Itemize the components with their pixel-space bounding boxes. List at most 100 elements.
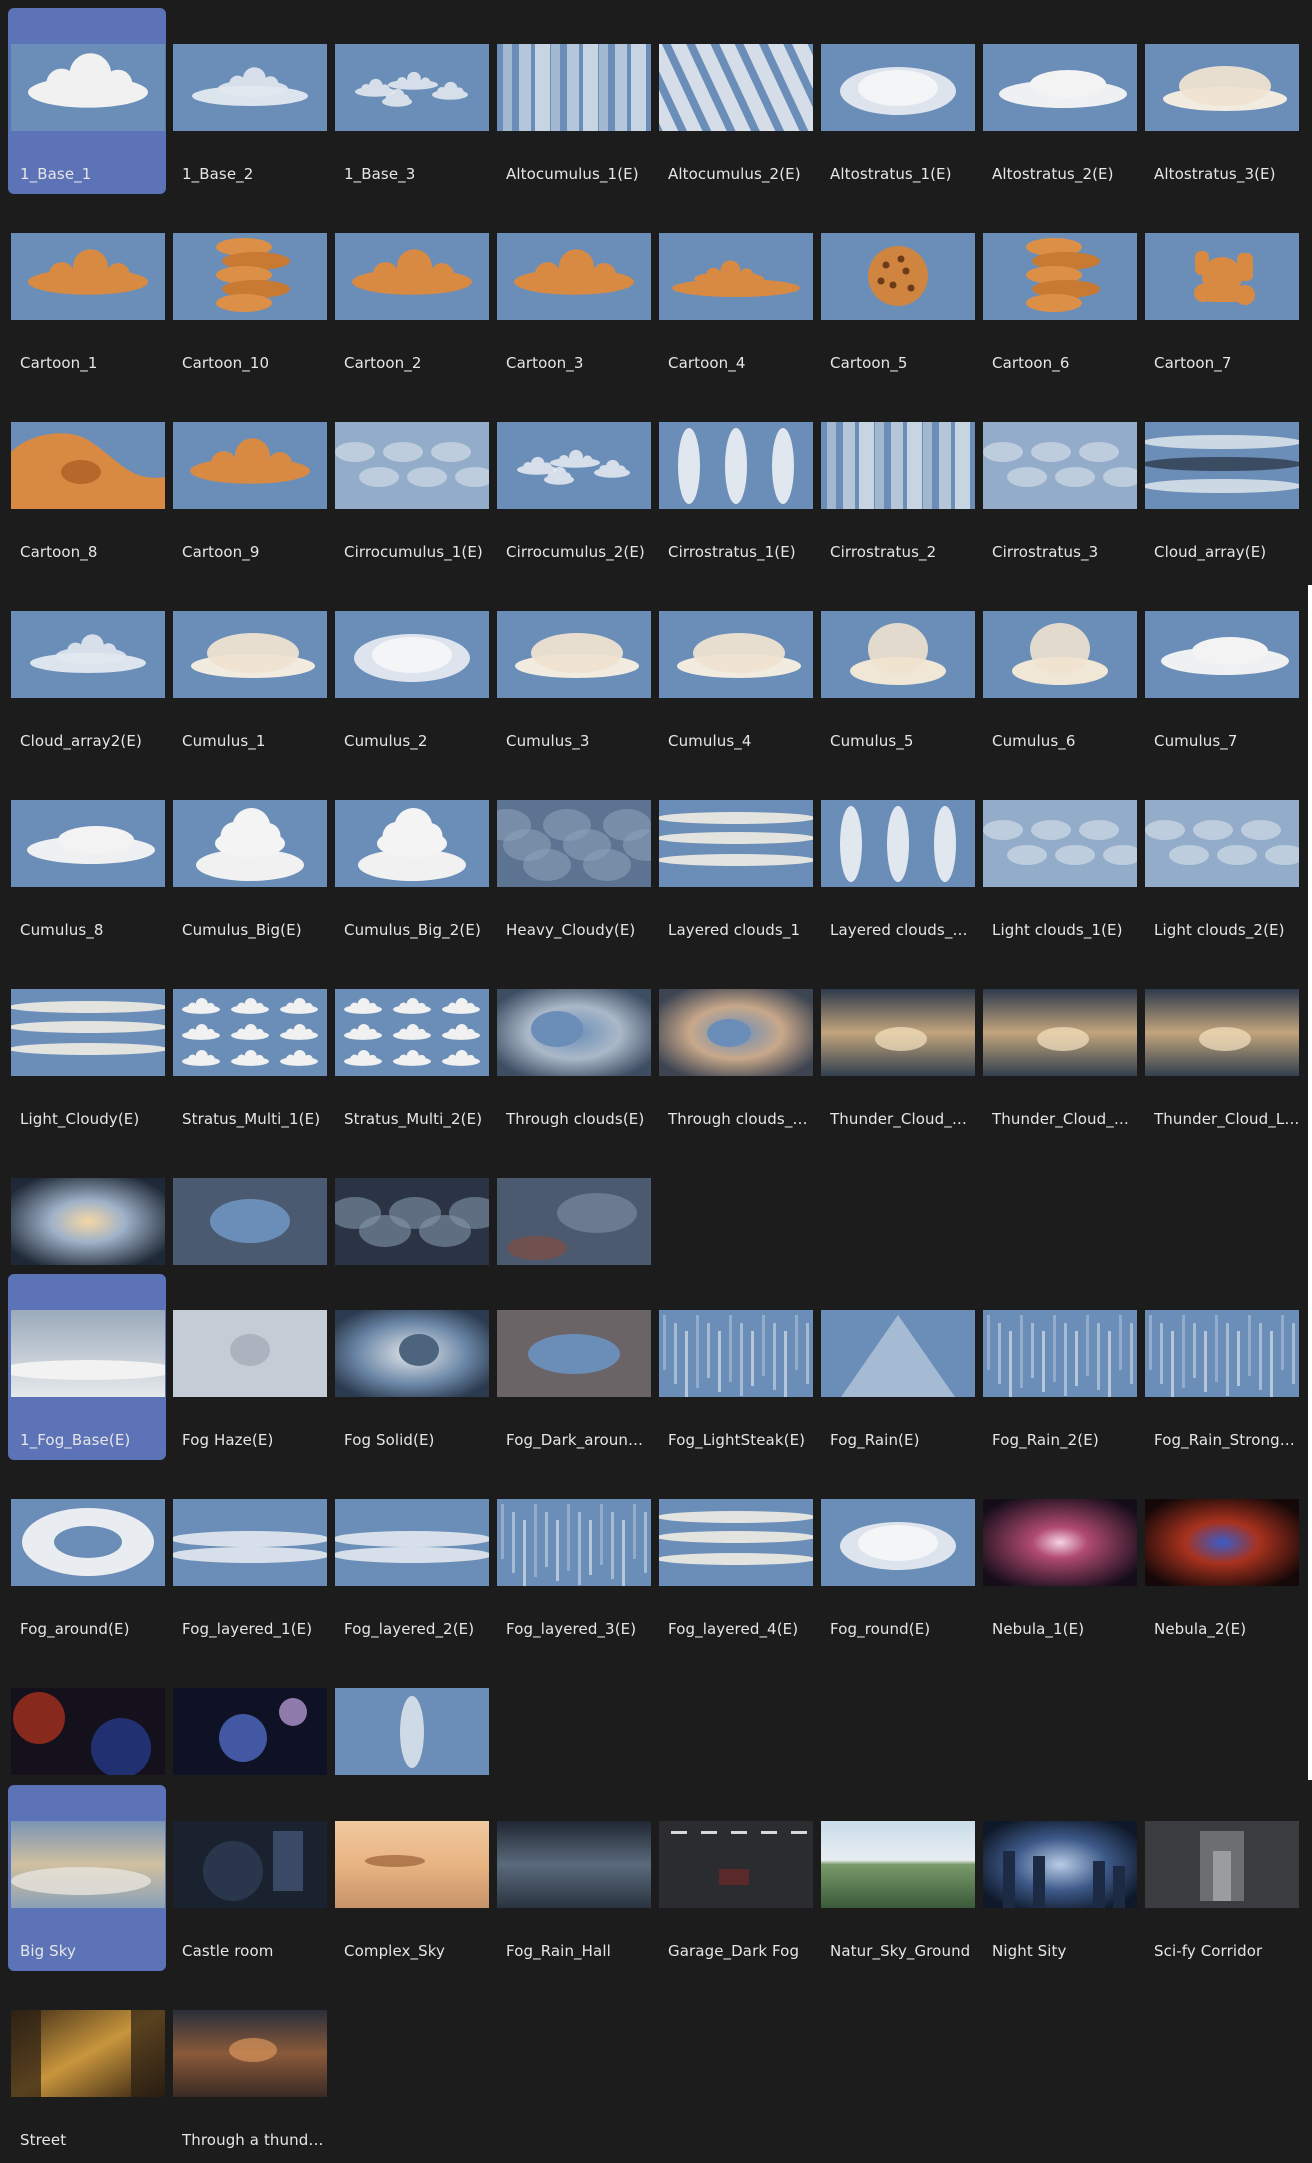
asset-tile-1-base-3[interactable]: 1_Base_3: [332, 8, 490, 194]
asset-label: Altocumulus_2(E): [668, 165, 801, 183]
asset-tile-cartoon-9[interactable]: Cartoon_9: [170, 386, 328, 572]
asset-tile-cumulus-1[interactable]: Cumulus_1: [170, 575, 328, 761]
asset-tile-through-a-thunderstorm[interactable]: Through a thunderstorm: [170, 1974, 328, 2160]
asset-tile-fog-lightsteak-e[interactable]: Fog_LightSteak(E): [656, 1274, 814, 1460]
asset-tile-fog-layered-1-e[interactable]: Fog_layered_1(E): [170, 1463, 328, 1649]
asset-tile-cumulus-8[interactable]: Cumulus_8: [8, 764, 166, 950]
asset-tile-altostratus-1-e[interactable]: Altostratus_1(E): [818, 8, 976, 194]
asset-tile-cartoon-5[interactable]: Cartoon_5: [818, 197, 976, 383]
asset-tile-fog-around-e[interactable]: Fog_around(E): [8, 1463, 166, 1649]
asset-tile-cumulus-5[interactable]: Cumulus_5: [818, 575, 976, 761]
asset-tile-big-sky[interactable]: Big Sky: [8, 1785, 166, 1971]
asset-tile-light-clouds-2-e[interactable]: Light clouds_2(E): [1142, 764, 1300, 950]
asset-tile-cumulus-3[interactable]: Cumulus_3: [494, 575, 652, 761]
asset-tile-1-base-2[interactable]: 1_Base_2: [170, 8, 328, 194]
asset-tile-castle-room[interactable]: Castle room: [170, 1785, 328, 1971]
asset-tile-1-fog-base-e[interactable]: 1_Fog_Base(E): [8, 1274, 166, 1460]
asset-tile-cloud-array2-e[interactable]: Cloud_array2(E): [8, 575, 166, 761]
asset-tile-cartoon-6[interactable]: Cartoon_6: [980, 197, 1138, 383]
asset-tile-cartoon-3[interactable]: Cartoon_3: [494, 197, 652, 383]
scene-corridor-icon: [1145, 1821, 1299, 1908]
asset-tile-altocumulus-2-e[interactable]: Altocumulus_2(E): [656, 8, 814, 194]
asset-tile-layered-clouds-1[interactable]: Layered clouds_1: [656, 764, 814, 950]
asset-label: Street: [20, 2131, 67, 2149]
asset-tile-cirrostratus-3[interactable]: Cirrostratus_3: [980, 386, 1138, 572]
asset-tile-cirrocumulus-2-e[interactable]: Cirrocumulus_2(E): [494, 386, 652, 572]
asset-label: Cumulus_7: [1154, 732, 1238, 750]
asset-tile-altostratus-3-e[interactable]: Altostratus_3(E): [1142, 8, 1300, 194]
asset-label: Fog_around(E): [20, 1620, 130, 1638]
cloud-columns-icon: [821, 800, 975, 887]
fog-layered-icon: [173, 1499, 327, 1586]
cloud-layers-icon: [11, 989, 165, 1076]
asset-tile-cartoon-7[interactable]: Cartoon_7: [1142, 197, 1300, 383]
asset-tile-cumulus-4[interactable]: Cumulus_4: [656, 575, 814, 761]
asset-tile-light-clouds-1-e[interactable]: Light clouds_1(E): [980, 764, 1138, 950]
asset-tile-fog-solid-e[interactable]: Fog Solid(E): [332, 1274, 490, 1460]
asset-tile-cartoon-8[interactable]: Cartoon_8: [8, 386, 166, 572]
asset-tile-cirrostratus-1-e[interactable]: Cirrostratus_1(E): [656, 386, 814, 572]
asset-tile-fog-dark-around-e[interactable]: Fog_Dark_around(E): [494, 1274, 652, 1460]
asset-tile-stratus-multi-1-e[interactable]: Stratus_Multi_1(E): [170, 953, 328, 1139]
asset-tile-nebula-2-e[interactable]: Nebula_2(E): [1142, 1463, 1300, 1649]
asset-tile-light-cloudy-e[interactable]: Light_Cloudy(E): [8, 953, 166, 1139]
asset-tile-fog-rain-hall[interactable]: Fog_Rain_Hall: [494, 1785, 652, 1971]
nebula-red-blue-icon: [11, 1688, 165, 1775]
asset-tile-garage-dark-fog[interactable]: Garage_Dark Fog: [656, 1785, 814, 1971]
asset-tile-altocumulus-1-e[interactable]: Altocumulus_1(E): [494, 8, 652, 194]
cartoon-stack-orange-icon: [173, 233, 327, 320]
scene-storm-icon: [173, 2010, 327, 2097]
asset-tile-natur-sky-ground[interactable]: Natur_Sky_Ground: [818, 1785, 976, 1971]
asset-tile-fog-layered-4-e[interactable]: Fog_layered_4(E): [656, 1463, 814, 1649]
asset-tile-cartoon-2[interactable]: Cartoon_2: [332, 197, 490, 383]
asset-tile-fog-rain-e[interactable]: Fog_Rain(E): [818, 1274, 976, 1460]
asset-tile-fog-rain-strong-e[interactable]: Fog_Rain_Strong(E): [1142, 1274, 1300, 1460]
cartoon-cloud-orange-icon: [173, 422, 327, 509]
asset-tile-thunder-cloud-2-e[interactable]: Thunder_Cloud_2(E): [980, 953, 1138, 1139]
asset-tile-thunder-cloud-1-e[interactable]: Thunder_Cloud_1(E): [818, 953, 976, 1139]
cloud-heavy-icon: [497, 800, 651, 887]
asset-tile-stratus-multi-2-e[interactable]: Stratus_Multi_2(E): [332, 953, 490, 1139]
asset-tile-cumulus-2[interactable]: Cumulus_2: [332, 575, 490, 761]
asset-tile-fog-rain-2-e[interactable]: Fog_Rain_2(E): [980, 1274, 1138, 1460]
asset-tile-thunder-cloud-light-e[interactable]: Thunder_Cloud_Light(E): [1142, 953, 1300, 1139]
asset-tile-fog-haze-e[interactable]: Fog Haze(E): [170, 1274, 328, 1460]
asset-tile-complex-sky[interactable]: Complex_Sky: [332, 1785, 490, 1971]
asset-tile-cumulus-7[interactable]: Cumulus_7: [1142, 575, 1300, 761]
fog-layered-icon: [335, 1499, 489, 1586]
asset-tile-cumulus-big-2-e[interactable]: Cumulus_Big_2(E): [332, 764, 490, 950]
asset-tile-cumulus-big-e[interactable]: Cumulus_Big(E): [170, 764, 328, 950]
cloud-layers-icon: [659, 1499, 813, 1586]
asset-tile-cartoon-10[interactable]: Cartoon_10: [170, 197, 328, 383]
asset-tile-fog-layered-3-e[interactable]: Fog_layered_3(E): [494, 1463, 652, 1649]
asset-label: Cumulus_1: [182, 732, 266, 750]
asset-tile-cloud-array-e[interactable]: Cloud_array(E): [1142, 386, 1300, 572]
cloud-big-white-icon: [335, 800, 489, 887]
asset-tile-fog-layered-2-e[interactable]: Fog_layered_2(E): [332, 1463, 490, 1649]
asset-tile-altostratus-2-e[interactable]: Altostratus_2(E): [980, 8, 1138, 194]
asset-tile-cartoon-1[interactable]: Cartoon_1: [8, 197, 166, 383]
asset-tile-cirrocumulus-1-e[interactable]: Cirrocumulus_1(E): [332, 386, 490, 572]
asset-tile-night-sity[interactable]: Night Sity: [980, 1785, 1138, 1971]
asset-tile-sci-fy-corridor[interactable]: Sci-fy Corridor: [1142, 1785, 1300, 1971]
cloud-streaks-dense-icon: [821, 422, 975, 509]
asset-tile-through-clouds-e[interactable]: Through clouds(E): [494, 953, 652, 1139]
cloud-ring-dark-icon: [173, 1178, 327, 1265]
asset-tile-nebula-1-e[interactable]: Nebula_1(E): [980, 1463, 1138, 1649]
asset-label: Castle room: [182, 1942, 274, 1960]
cloud-wispy-white-icon: [11, 611, 165, 698]
cloud-through-warm-icon: [659, 989, 813, 1076]
asset-tile-fog-round-e[interactable]: Fog_round(E): [818, 1463, 976, 1649]
asset-tile-heavy-cloudy-e[interactable]: Heavy_Cloudy(E): [494, 764, 652, 950]
asset-tile-cumulus-6[interactable]: Cumulus_6: [980, 575, 1138, 761]
asset-tile-street[interactable]: Street: [8, 1974, 166, 2160]
cloud-grid-icon: [173, 989, 327, 1076]
asset-tile-layered-clouds-2-e[interactable]: Layered clouds_2(E): [818, 764, 976, 950]
asset-label: Cartoon_6: [992, 354, 1070, 372]
asset-tile-through-clouds-2-e[interactable]: Through clouds_2(E): [656, 953, 814, 1139]
asset-tile-cirrostratus-2[interactable]: Cirrostratus_2: [818, 386, 976, 572]
asset-label: Cirrostratus_2: [830, 543, 937, 561]
asset-tile-cartoon-4[interactable]: Cartoon_4: [656, 197, 814, 383]
asset-tile-1-base-1[interactable]: 1_Base_1: [8, 8, 166, 194]
cloud-flat-puff-icon: [821, 1499, 975, 1586]
